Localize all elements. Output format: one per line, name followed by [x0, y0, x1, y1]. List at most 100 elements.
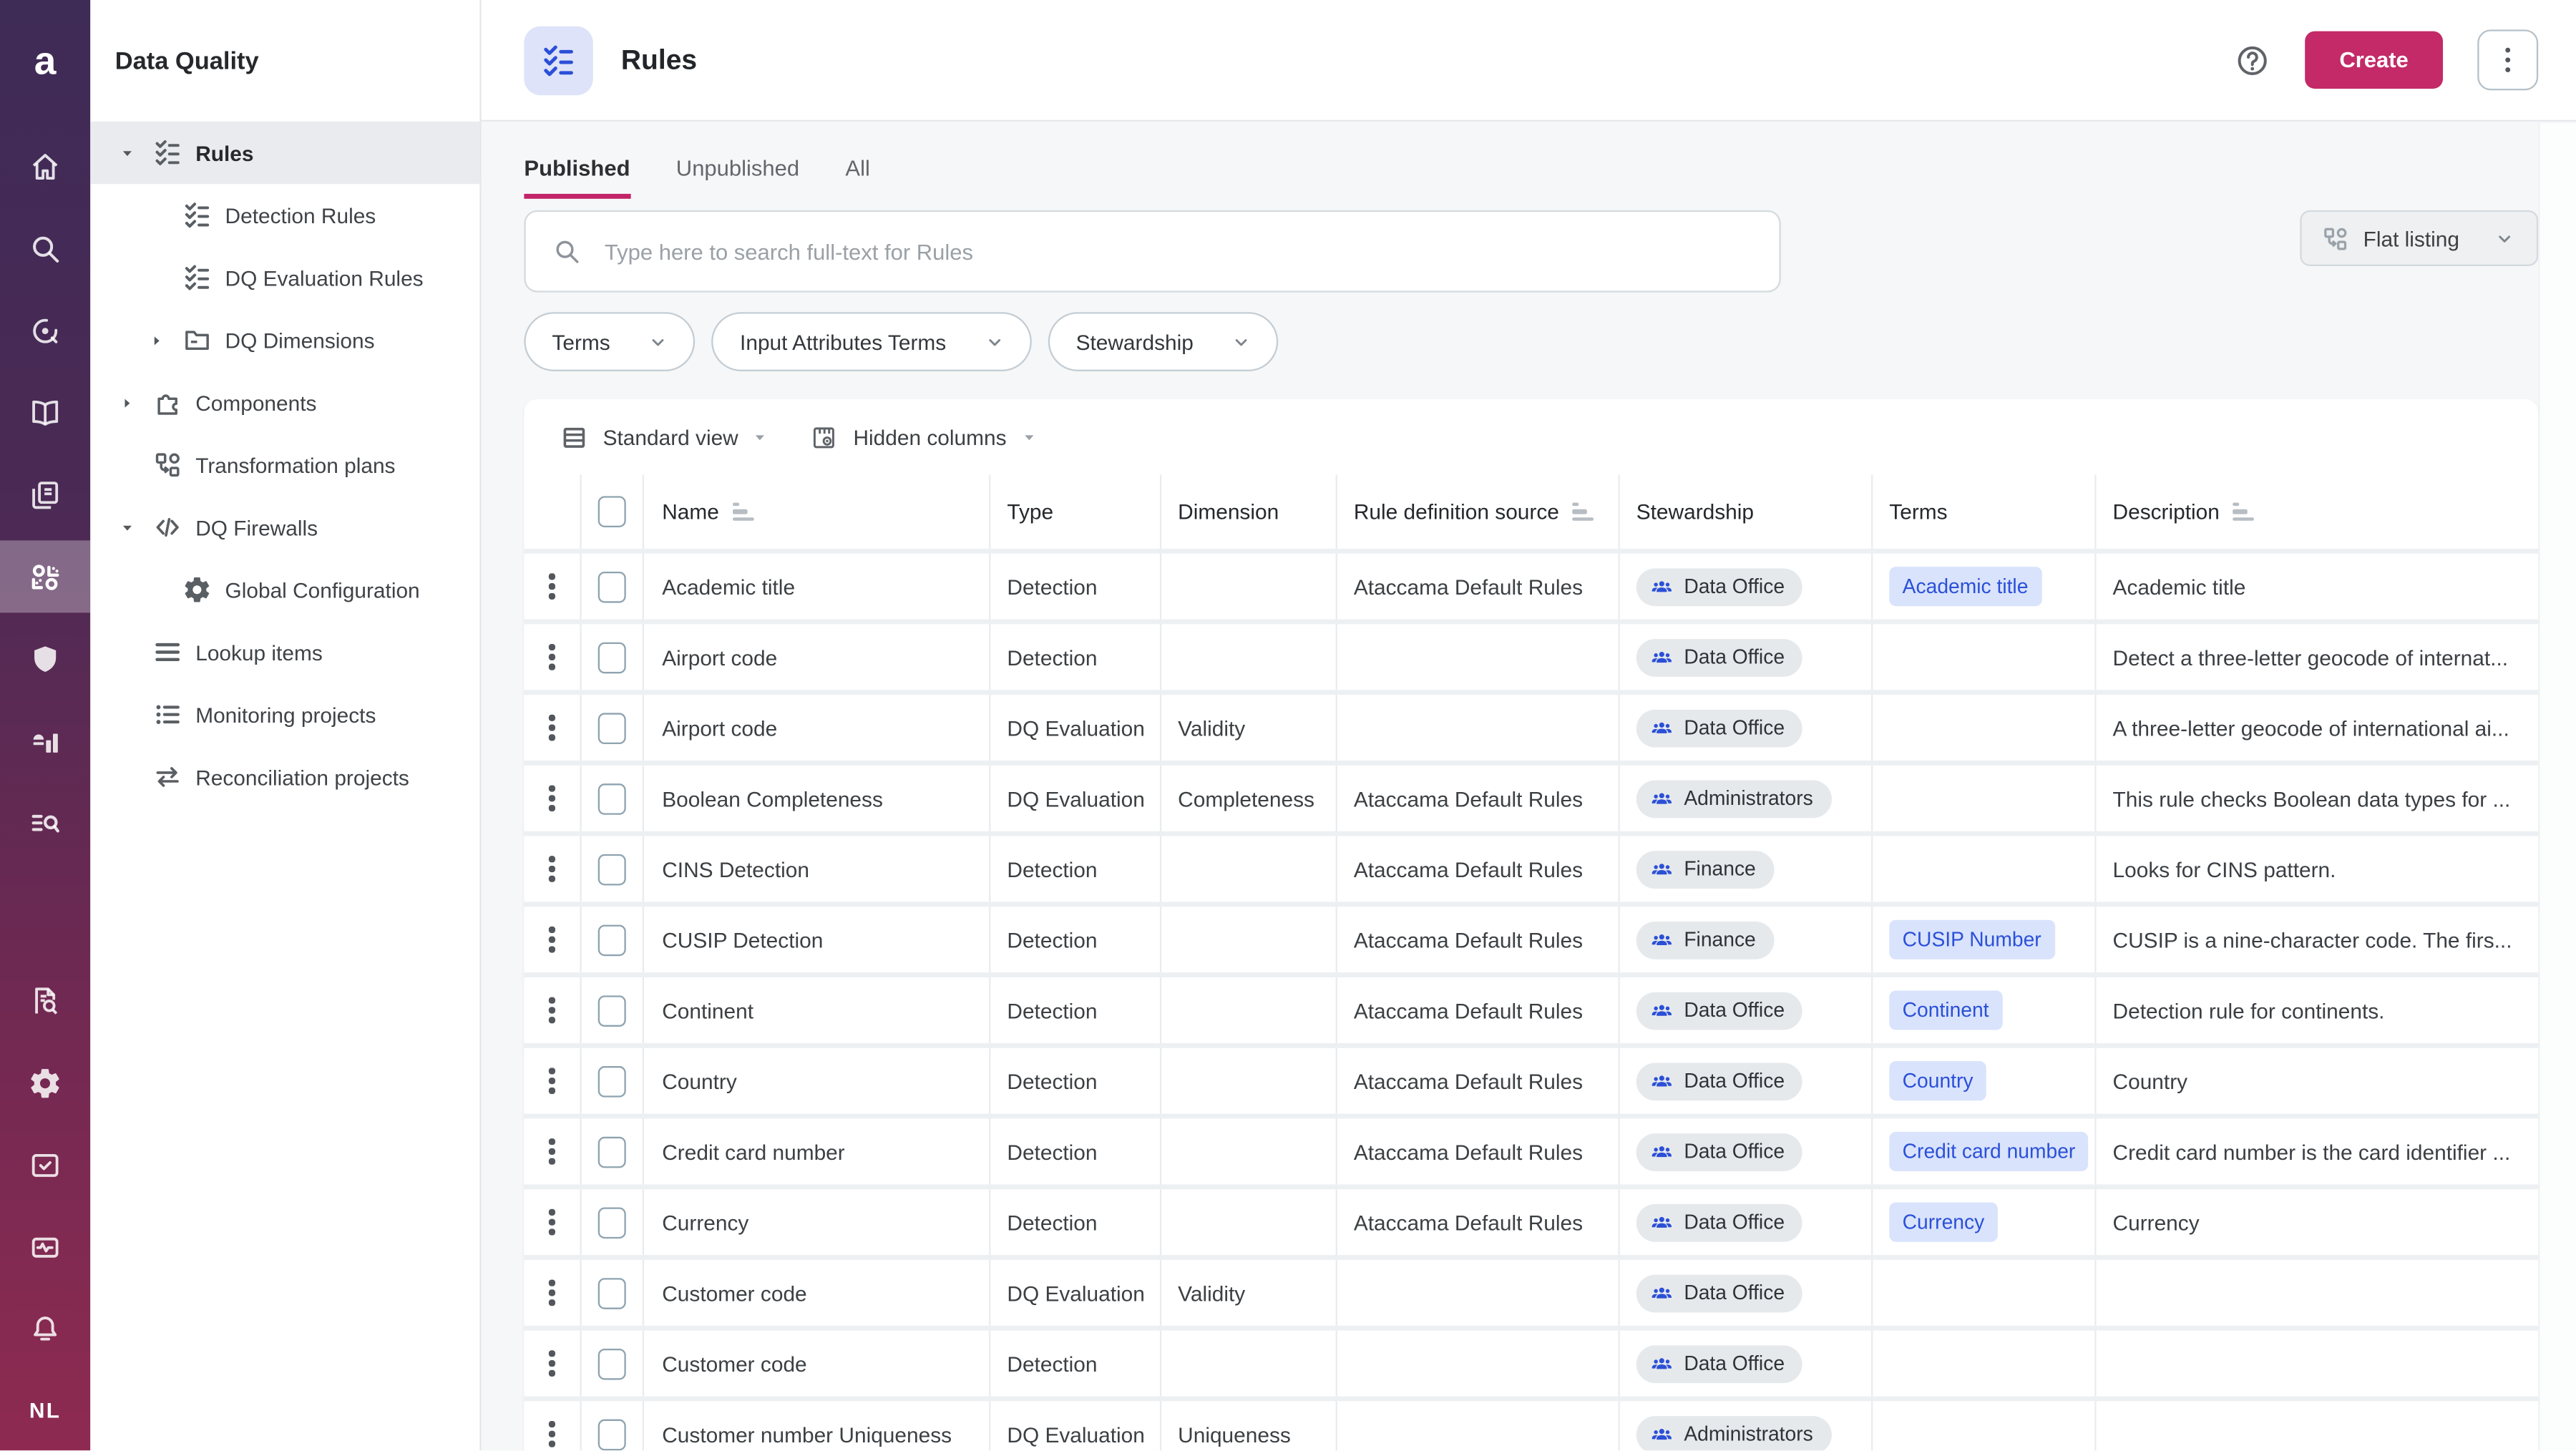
tab-unpublished[interactable]: Unpublished: [676, 156, 799, 199]
sidebar-item-lookup-items[interactable]: Lookup items: [90, 621, 479, 683]
row-menu-button[interactable]: [550, 1209, 555, 1235]
rule-name-link[interactable]: Credit card number: [662, 1139, 844, 1163]
table-row[interactable]: ContinentDetectionAtaccama Default Rules…: [524, 977, 2538, 1043]
rule-name-link[interactable]: Currency: [662, 1210, 748, 1234]
page-menu-button[interactable]: [2477, 29, 2538, 90]
sidebar-item-reconciliation-projects[interactable]: Reconciliation projects: [90, 746, 479, 808]
table-row[interactable]: Customer number UniquenessDQ EvaluationU…: [524, 1401, 2538, 1450]
row-checkbox[interactable]: [598, 712, 626, 743]
rule-name-link[interactable]: Academic title: [662, 574, 795, 598]
business-glossary-nav[interactable]: [0, 371, 90, 454]
sort-icon[interactable]: [2233, 502, 2254, 522]
rule-name-link[interactable]: Customer code: [662, 1281, 806, 1305]
row-menu-button[interactable]: [550, 1421, 555, 1447]
row-menu-button[interactable]: [550, 1350, 555, 1376]
sidebar-item-rules[interactable]: Rules: [90, 122, 479, 184]
rule-name-link[interactable]: Boolean Completeness: [662, 786, 883, 811]
rule-name-link[interactable]: Customer code: [662, 1351, 806, 1375]
rule-name-link[interactable]: Continent: [662, 998, 753, 1022]
sidebar-item-detection-rules[interactable]: Detection Rules: [90, 184, 479, 246]
table-row[interactable]: CurrencyDetectionAtaccama Default RulesD…: [524, 1189, 2538, 1255]
tab-published[interactable]: Published: [524, 156, 630, 199]
tab-all[interactable]: All: [845, 156, 869, 199]
ataccama-logo[interactable]: a: [0, 0, 90, 124]
table-row[interactable]: CountryDetectionAtaccama Default RulesDa…: [524, 1048, 2538, 1114]
select-all-checkbox[interactable]: [598, 496, 626, 527]
row-checkbox[interactable]: [598, 571, 626, 602]
row-checkbox[interactable]: [598, 924, 626, 955]
help-icon[interactable]: [2234, 42, 2270, 79]
column-header-rule-definition-source[interactable]: Rule definition source: [1337, 475, 1620, 549]
column-header-name[interactable]: Name: [644, 475, 990, 549]
notifications-nav[interactable]: [0, 1288, 90, 1370]
term-chip[interactable]: Academic title: [1889, 567, 2041, 606]
column-header-terms[interactable]: Terms: [1873, 475, 2096, 549]
row-menu-button[interactable]: [550, 1138, 555, 1164]
sidebar-item-dq-evaluation-rules[interactable]: DQ Evaluation Rules: [90, 246, 479, 308]
settings-nav[interactable]: [0, 1042, 90, 1124]
monitoring-nav[interactable]: [0, 782, 90, 864]
row-checkbox[interactable]: [598, 1136, 626, 1168]
tasks-nav[interactable]: [0, 1123, 90, 1206]
home-nav[interactable]: [0, 124, 90, 207]
column-header-dimension[interactable]: Dimension: [1161, 475, 1337, 549]
row-menu-button[interactable]: [550, 997, 555, 1023]
sidebar-item-components[interactable]: Components: [90, 371, 479, 434]
row-checkbox[interactable]: [598, 854, 626, 885]
term-chip[interactable]: Country: [1889, 1061, 1986, 1100]
filter-input-attributes-terms[interactable]: Input Attributes Terms: [712, 312, 1032, 371]
table-row[interactable]: Boolean CompletenessDQ EvaluationComplet…: [524, 766, 2538, 831]
row-menu-button[interactable]: [550, 856, 555, 881]
hidden-columns-selector[interactable]: Hidden columns: [811, 423, 1036, 451]
caret-right-icon[interactable]: [113, 395, 140, 410]
create-button[interactable]: Create: [2305, 31, 2443, 89]
column-header-type[interactable]: Type: [990, 475, 1161, 549]
scrollbar-gutter[interactable]: [2538, 123, 2576, 1450]
table-row[interactable]: Academic titleDetectionAtaccama Default …: [524, 554, 2538, 620]
sidebar-item-dq-firewalls[interactable]: DQ Firewalls: [90, 496, 479, 558]
view-selector[interactable]: Standard view: [560, 423, 768, 451]
row-checkbox[interactable]: [598, 642, 626, 673]
row-menu-button[interactable]: [550, 786, 555, 811]
column-header-description[interactable]: Description: [2097, 475, 2539, 549]
search-nav[interactable]: [0, 207, 90, 289]
table-row[interactable]: Customer codeDQ EvaluationValidityData O…: [524, 1260, 2538, 1326]
column-header-stewardship[interactable]: Stewardship: [1620, 475, 1873, 549]
table-row[interactable]: CINS DetectionDetectionAtaccama Default …: [524, 836, 2538, 902]
data-observability-nav[interactable]: [0, 289, 90, 371]
row-checkbox[interactable]: [598, 1277, 626, 1309]
user-badge[interactable]: NL: [0, 1370, 90, 1449]
term-chip[interactable]: Continent: [1889, 990, 2002, 1030]
table-row[interactable]: Credit card numberDetectionAtaccama Defa…: [524, 1119, 2538, 1185]
audit-nav[interactable]: [0, 959, 90, 1042]
sidebar-item-dq-dimensions[interactable]: DQ Dimensions: [90, 309, 479, 371]
row-menu-button[interactable]: [550, 927, 555, 952]
rule-name-link[interactable]: Airport code: [662, 715, 777, 740]
term-chip[interactable]: Credit card number: [1889, 1132, 2088, 1171]
rule-name-link[interactable]: Airport code: [662, 645, 777, 669]
search-input[interactable]: [601, 238, 1779, 265]
row-menu-button[interactable]: [550, 644, 555, 670]
row-checkbox[interactable]: [598, 995, 626, 1026]
row-checkbox[interactable]: [598, 1065, 626, 1097]
table-row[interactable]: Customer codeDetectionData Office: [524, 1331, 2538, 1397]
row-menu-button[interactable]: [550, 715, 555, 741]
table-row[interactable]: CUSIP DetectionDetectionAtaccama Default…: [524, 907, 2538, 972]
reports-nav[interactable]: [0, 700, 90, 782]
table-row[interactable]: Airport codeDQ EvaluationValidityData Of…: [524, 695, 2538, 761]
sidebar-item-transformation-plans[interactable]: Transformation plans: [90, 434, 479, 496]
row-menu-button[interactable]: [550, 1068, 555, 1094]
rule-name-link[interactable]: CUSIP Detection: [662, 927, 823, 952]
term-chip[interactable]: CUSIP Number: [1889, 920, 2054, 959]
caret-right-icon[interactable]: [143, 333, 170, 348]
row-menu-button[interactable]: [550, 574, 555, 600]
caret-down-icon[interactable]: [113, 145, 140, 160]
filter-terms[interactable]: Terms: [524, 312, 696, 371]
sort-icon[interactable]: [732, 502, 753, 522]
rule-name-link[interactable]: CINS Detection: [662, 856, 809, 881]
data-quality-nav[interactable]: [0, 540, 90, 612]
workflows-nav[interactable]: [0, 1206, 90, 1288]
sidebar-item-global-configuration[interactable]: Global Configuration: [90, 559, 479, 621]
row-checkbox[interactable]: [598, 783, 626, 814]
filter-stewardship[interactable]: Stewardship: [1048, 312, 1279, 371]
